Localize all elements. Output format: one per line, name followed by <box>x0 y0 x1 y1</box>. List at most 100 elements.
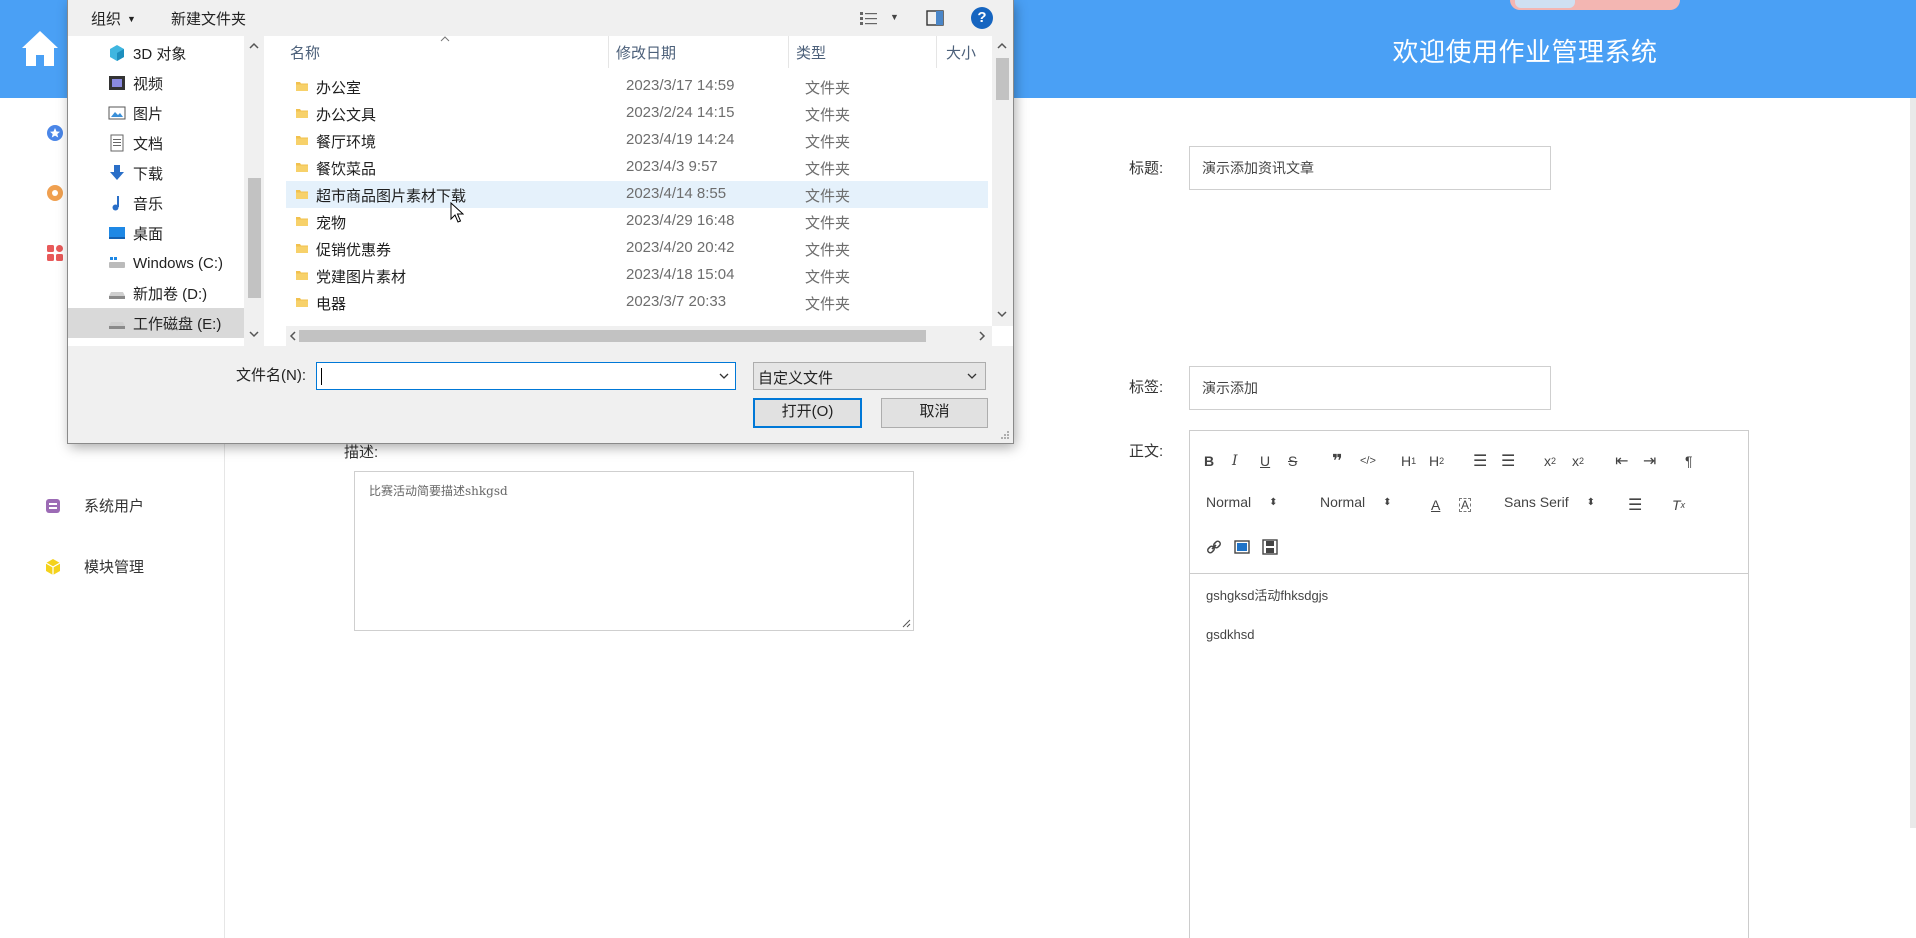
code-block-icon[interactable]: </> <box>1360 450 1376 472</box>
grid-icon[interactable] <box>46 244 64 262</box>
download-icon <box>110 165 124 180</box>
settings-icon[interactable] <box>46 184 64 202</box>
chevron-up-icon[interactable] <box>997 42 1007 50</box>
indent-icon[interactable]: ⇥ <box>1643 450 1656 472</box>
nav-item-label: 新加卷 (D:) <box>133 285 208 303</box>
nav-item-drive-e[interactable]: 工作磁盘 (E:) <box>68 308 244 338</box>
size-select[interactable]: Normal ⬍ <box>1320 494 1392 510</box>
file-type: 文件夹 <box>805 215 851 232</box>
italic-icon[interactable]: I <box>1232 450 1238 472</box>
column-header-type[interactable]: 类型 <box>796 42 826 63</box>
filename-input[interactable] <box>316 362 736 390</box>
organize-button[interactable]: 组织 ▼ <box>91 8 136 29</box>
nav-item-documents[interactable]: 文档 <box>68 128 244 158</box>
text-color-icon[interactable]: A <box>1431 494 1440 516</box>
dialog-resize-grip-icon[interactable] <box>998 428 1010 440</box>
ordered-list-icon[interactable]: ☰ <box>1473 450 1487 472</box>
header-select[interactable]: Normal ⬍ <box>1206 494 1278 510</box>
document-icon <box>110 134 124 152</box>
file-list-pane: 名称 修改日期 类型 大小 办公室 2023/3/17 14:59 文件夹 办公文具 2… <box>264 36 1013 346</box>
nav-item-3d-objects[interactable]: 3D 对象 <box>68 38 244 68</box>
outdent-icon[interactable]: ⇤ <box>1615 450 1628 472</box>
nav-item-label: 图片 <box>133 105 164 123</box>
view-caret-down-icon[interactable]: ▼ <box>890 12 899 22</box>
clear-format-icon[interactable]: Tx <box>1672 494 1685 516</box>
nav-scrollbar[interactable] <box>244 36 264 346</box>
file-name: 宠物 <box>316 215 347 232</box>
file-row[interactable]: 超市商品图片素材下载 2023/4/14 8:55 文件夹 <box>286 181 988 208</box>
chevron-down-icon[interactable] <box>997 310 1007 318</box>
column-header-name[interactable]: 名称 <box>290 42 320 63</box>
file-row[interactable]: 办公室 2023/3/17 14:59 文件夹 <box>286 73 988 100</box>
blockquote-icon[interactable]: ❞ <box>1332 450 1343 472</box>
superscript-icon[interactable]: x2 <box>1572 450 1584 472</box>
file-date: 2023/4/20 20:42 <box>626 239 735 256</box>
file-row[interactable]: 宠物 2023/4/29 16:48 文件夹 <box>286 208 988 235</box>
hscroll-thumb[interactable] <box>299 330 926 342</box>
new-folder-button[interactable]: 新建文件夹 <box>171 8 246 29</box>
tag-input[interactable]: 演示添加 <box>1189 366 1551 410</box>
file-row[interactable]: 电器 2023/3/7 20:33 文件夹 <box>286 289 988 316</box>
star-icon[interactable] <box>46 124 64 142</box>
chevron-up-icon[interactable] <box>249 42 259 50</box>
resize-grip-icon[interactable] <box>901 618 911 628</box>
nav-item-downloads[interactable]: 下载 <box>68 158 244 188</box>
font-select[interactable]: Sans Serif ⬍ <box>1504 494 1595 510</box>
link-icon[interactable] <box>1206 539 1222 555</box>
database-icon <box>46 498 60 513</box>
file-row[interactable]: 餐饮菜品 2023/4/3 9:57 文件夹 <box>286 154 988 181</box>
nav-item-drive-c[interactable]: Windows (C:) <box>68 248 244 278</box>
title-input[interactable]: 演示添加资讯文章 <box>1189 146 1551 190</box>
column-header-date[interactable]: 修改日期 <box>616 42 676 63</box>
image-icon[interactable] <box>1234 539 1250 555</box>
vscroll-thumb[interactable] <box>996 58 1009 100</box>
nav-item-label: 桌面 <box>133 225 164 243</box>
heading2-icon[interactable]: H2 <box>1429 450 1444 472</box>
file-row[interactable]: 促销优惠券 2023/4/20 20:42 文件夹 <box>286 235 988 262</box>
subscript-icon[interactable]: x2 <box>1544 450 1556 472</box>
file-list-hscrollbar[interactable] <box>286 326 992 346</box>
background-color-icon[interactable]: A <box>1459 498 1472 512</box>
file-list-vscrollbar[interactable] <box>992 36 1013 326</box>
underline-icon[interactable]: U <box>1260 450 1270 472</box>
file-type-filter-select[interactable]: 自定义文件 <box>753 362 986 390</box>
help-icon[interactable]: ? <box>971 7 993 29</box>
file-row[interactable]: 办公文具 2023/2/24 14:15 文件夹 <box>286 100 988 127</box>
sidebar-item-module-management[interactable]: 模块管理 <box>44 556 144 577</box>
strike-icon[interactable]: S <box>1288 450 1297 472</box>
cancel-button[interactable]: 取消 <box>881 398 988 428</box>
description-textarea[interactable]: 比赛活动简要描述shkgsd <box>354 471 914 631</box>
nav-item-drive-d[interactable]: 新加卷 (D:) <box>68 278 244 308</box>
sidebar-item-label: 系统用户 <box>84 498 145 515</box>
nav-item-music[interactable]: 音乐 <box>68 188 244 218</box>
bullet-list-icon[interactable]: ☰ <box>1501 450 1515 472</box>
column-separator[interactable] <box>936 36 937 68</box>
file-row[interactable]: 党建图片素材 2023/4/18 15:04 文件夹 <box>286 262 988 289</box>
video-embed-icon[interactable] <box>1262 539 1278 555</box>
nav-item-desktop[interactable]: 桌面 <box>68 218 244 248</box>
home-icon[interactable] <box>18 26 62 70</box>
open-button[interactable]: 打开(O) <box>753 398 862 428</box>
chevron-right-icon[interactable] <box>978 331 986 341</box>
chevron-left-icon[interactable] <box>289 331 297 341</box>
page-scrollbar[interactable] <box>1910 98 1916 828</box>
column-separator[interactable] <box>788 36 789 68</box>
chevron-down-icon[interactable] <box>965 369 979 383</box>
heading1-icon[interactable]: H1 <box>1401 450 1416 472</box>
preview-pane-icon[interactable] <box>926 10 944 26</box>
column-header-size[interactable]: 大小 <box>946 42 976 63</box>
nav-item-pictures[interactable]: 图片 <box>68 98 244 128</box>
view-options-icon[interactable] <box>859 10 879 26</box>
nav-item-videos[interactable]: 视频 <box>68 68 244 98</box>
chevron-down-icon[interactable] <box>717 369 731 383</box>
text-direction-icon[interactable]: ¶ <box>1685 450 1693 472</box>
bold-icon[interactable]: B <box>1204 450 1214 472</box>
chevron-down-icon[interactable] <box>249 330 259 338</box>
column-separator[interactable] <box>608 36 609 68</box>
editor-content[interactable]: gshgksd活动fhksdgjs gsdkhsd <box>1206 586 1328 644</box>
align-icon[interactable]: ☰ <box>1628 494 1642 516</box>
file-row[interactable]: 餐厅环境 2023/4/19 14:24 文件夹 <box>286 127 988 154</box>
nav-scroll-thumb[interactable] <box>248 178 261 298</box>
file-date: 2023/2/24 14:15 <box>626 104 735 121</box>
sidebar-item-system-users[interactable]: 系统用户 <box>44 495 144 516</box>
